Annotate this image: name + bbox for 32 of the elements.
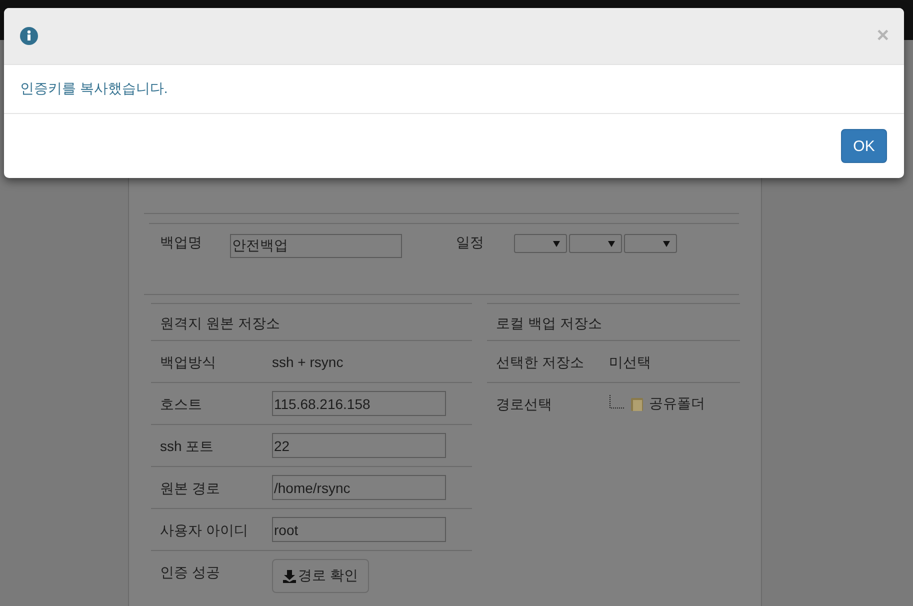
- tree-item[interactable]: 공유폴더: [649, 395, 705, 413]
- input-field[interactable]: /home/rsync: [272, 475, 446, 500]
- dropdown[interactable]: [624, 234, 677, 253]
- caret-icon: [553, 240, 560, 246]
- value-text: 미선택: [609, 353, 651, 372]
- field-label: 호스트: [160, 395, 203, 414]
- value-text: ssh + rsync: [272, 353, 344, 370]
- section-title: 원격지 원본 저장소: [151, 304, 472, 341]
- section-title: 로컬 백업 저장소: [487, 304, 740, 341]
- dropdown[interactable]: [514, 234, 567, 253]
- path-check-button[interactable]: 경로 확인: [272, 559, 369, 593]
- field-label: 원본 경로: [160, 479, 221, 498]
- input-field[interactable]: 115.68.216.158: [272, 391, 446, 416]
- field-label: 사용자 아이디: [160, 521, 249, 540]
- input-field[interactable]: 22: [272, 433, 446, 458]
- caret-icon: [663, 240, 670, 246]
- info-icon: [20, 27, 38, 45]
- ok-button[interactable]: OK: [841, 129, 887, 163]
- field-label: 백업방식: [160, 353, 217, 372]
- download-icon: [283, 570, 296, 582]
- field-label: 일정: [456, 234, 485, 252]
- field-label: 인증 성공: [160, 563, 221, 582]
- dialog-message: 인증키를 복사했습니다.: [4, 65, 904, 114]
- input-field[interactable]: root: [272, 517, 446, 542]
- dropdown[interactable]: [569, 234, 622, 253]
- folder-icon: [629, 396, 645, 412]
- field-label: 경로선택: [496, 395, 553, 414]
- field-label: 백업명: [160, 234, 203, 252]
- caret-icon: [608, 240, 615, 246]
- input-field[interactable]: 안전백업: [230, 234, 402, 258]
- field-label: 선택한 저장소: [496, 353, 585, 372]
- field-label: ssh 포트: [160, 437, 215, 456]
